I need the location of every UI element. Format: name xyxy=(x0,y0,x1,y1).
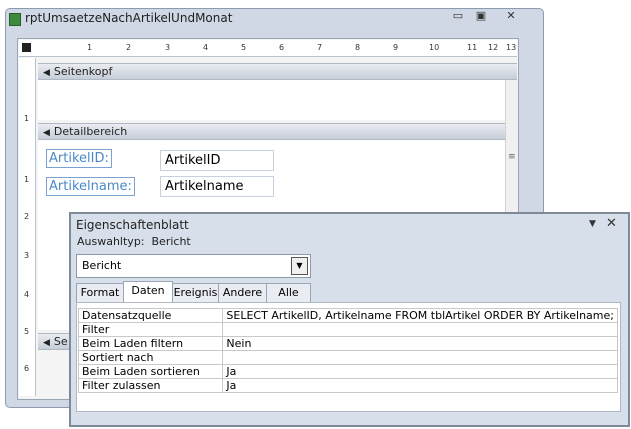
selection-type-value: Bericht xyxy=(151,235,191,248)
ruler-number: 2 xyxy=(24,212,30,221)
page-header-area[interactable] xyxy=(38,80,505,120)
section-header-detail[interactable]: ◀ Detailbereich xyxy=(38,123,517,140)
ruler-number: 10 xyxy=(429,43,440,52)
ruler-number: 5 xyxy=(24,327,30,336)
ruler-number: 9 xyxy=(393,43,399,52)
property-row[interactable]: Filter zulassen Ja xyxy=(77,378,618,393)
property-row[interactable]: Filter xyxy=(77,322,618,337)
property-row[interactable]: Beim Laden sortieren Ja xyxy=(77,364,618,379)
collapse-arrow-icon: ◀ xyxy=(43,128,50,138)
tab-alle[interactable]: Alle xyxy=(266,283,311,302)
property-value[interactable]: Ja xyxy=(222,378,618,393)
tab-andere[interactable]: Andere xyxy=(218,283,267,302)
textbox-artikelid[interactable]: ArtikelID xyxy=(160,150,274,171)
tab-format[interactable]: Format xyxy=(76,283,124,302)
section-header-page-header[interactable]: ◀ Seitenkopf xyxy=(38,63,517,80)
selection-type-label: Auswahltyp: xyxy=(77,235,145,248)
ruler-number: 6 xyxy=(24,364,30,373)
section-label: Seitenkopf xyxy=(53,65,113,78)
ruler-horizontal[interactable] xyxy=(19,40,517,57)
ruler-number: 4 xyxy=(203,43,209,52)
collapse-arrow-icon: ◀ xyxy=(43,338,50,348)
ruler-number: 8 xyxy=(355,43,361,52)
ruler-number: 11 xyxy=(467,43,478,52)
property-key: Filter zulassen xyxy=(77,378,224,393)
select-report-corner[interactable] xyxy=(22,43,31,52)
ruler-number: 3 xyxy=(165,43,171,52)
tab-ereignis[interactable]: Ereignis xyxy=(172,283,219,302)
collapse-arrow-icon: ◀ xyxy=(43,68,50,78)
section-label: Se xyxy=(53,335,68,348)
ruler-number: 1 xyxy=(24,114,30,123)
close-button[interactable]: ✕ xyxy=(500,8,522,24)
property-key: Beim Laden sortieren xyxy=(77,364,224,379)
ruler-number: 6 xyxy=(279,43,285,52)
textbox-artikelname[interactable]: Artikelname xyxy=(160,176,274,197)
property-key: Sortiert nach xyxy=(77,350,224,365)
selection-type: Auswahltyp: Bericht xyxy=(77,235,191,248)
object-selector-value: Bericht xyxy=(82,259,122,272)
property-value[interactable]: Nein xyxy=(222,336,618,351)
property-key: Beim Laden filtern xyxy=(77,336,224,351)
scroll-grip-icon[interactable]: ≡ xyxy=(508,152,516,162)
restore-button[interactable]: ▣ xyxy=(470,8,492,24)
close-icon[interactable]: ✕ xyxy=(606,216,617,231)
label-artikelid[interactable]: ArtikelID: xyxy=(46,149,112,168)
ruler-number: 3 xyxy=(24,251,30,260)
property-row[interactable]: Datensatzquelle SELECT ArtikelID, Artikel… xyxy=(77,308,618,323)
ruler-number: 1 xyxy=(24,175,30,184)
ruler-number: 7 xyxy=(317,43,323,52)
section-label: Detailbereich xyxy=(53,125,128,138)
property-sheet-title: Eigenschaftenblatt xyxy=(76,218,189,232)
ruler-number: 13 xyxy=(506,43,517,52)
label-artikelname[interactable]: Artikelname: xyxy=(46,177,135,196)
minimize-button[interactable]: ▭ xyxy=(447,8,469,24)
ruler-number: 5 xyxy=(241,43,247,52)
window-title: rptUmsaetzeNachArtikelUndMonat xyxy=(25,11,233,25)
property-row[interactable]: Sortiert nach xyxy=(77,350,618,365)
property-value[interactable]: Ja xyxy=(222,364,618,379)
property-value[interactable] xyxy=(222,322,618,337)
report-icon xyxy=(9,13,21,26)
property-grid: Datensatzquelle SELECT ArtikelID, Artikel… xyxy=(77,308,618,393)
ruler-vertical[interactable] xyxy=(19,58,36,396)
property-row[interactable]: Beim Laden filtern Nein xyxy=(77,336,618,351)
tab-daten[interactable]: Daten xyxy=(123,281,173,304)
ruler-number: 12 xyxy=(488,43,499,52)
ruler-number: 2 xyxy=(126,43,132,52)
ruler-number: 1 xyxy=(87,43,93,52)
property-value[interactable]: SELECT ArtikelID, Artikelname FROM tblAr… xyxy=(222,308,618,323)
property-value[interactable] xyxy=(222,350,618,365)
property-key: Filter xyxy=(77,322,224,337)
dropdown-arrow-icon[interactable]: ▼ xyxy=(589,219,596,229)
chevron-down-icon[interactable]: ▼ xyxy=(291,257,308,275)
ruler-number: 4 xyxy=(24,290,30,299)
property-key: Datensatzquelle xyxy=(77,308,224,323)
